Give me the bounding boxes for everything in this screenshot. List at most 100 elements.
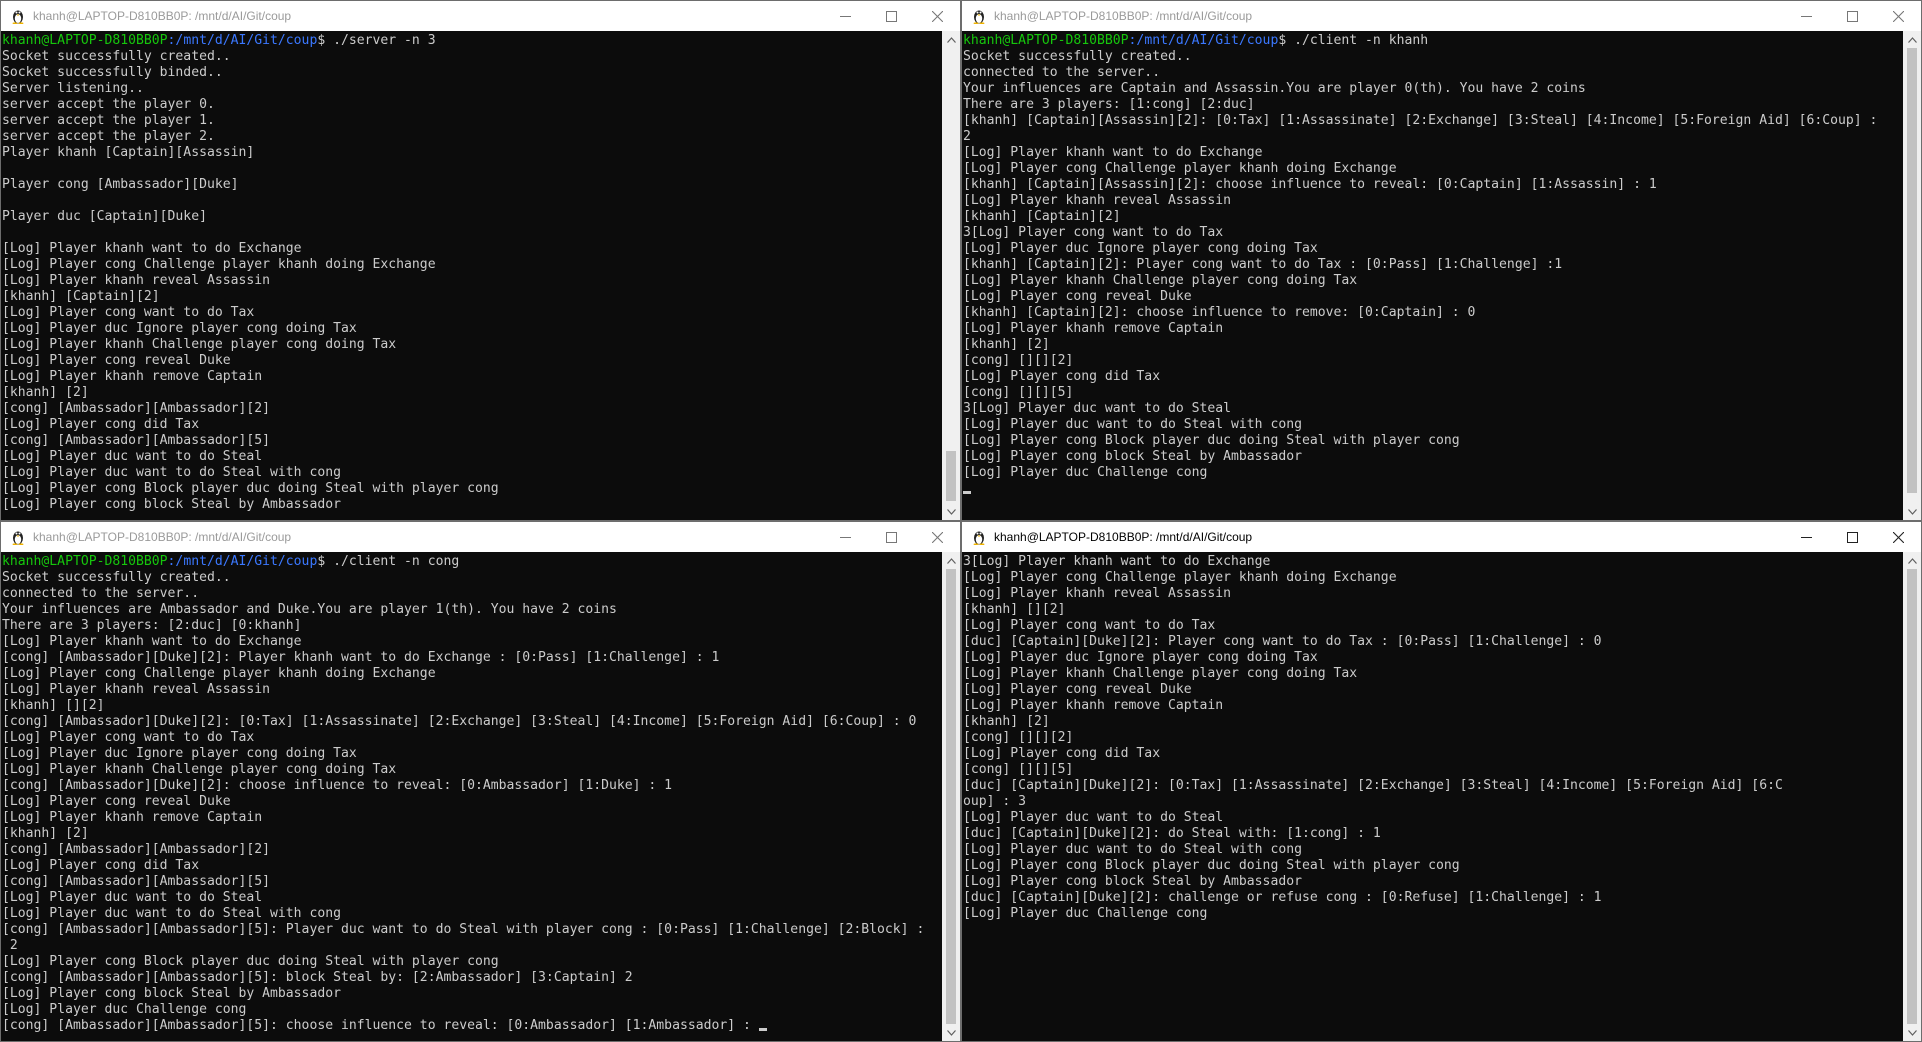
output-line: [Log] Player cong did Tax	[2, 417, 200, 432]
linux-tux-icon	[973, 10, 985, 24]
maximize-icon	[885, 10, 897, 22]
window-titlebar[interactable]: khanh@LAPTOP-D810BB0P: /mnt/d/AI/Git/cou…	[962, 522, 1921, 552]
minimize-button[interactable]	[1783, 1, 1829, 31]
output-line: [Log] Player khanh Challenge player cong…	[2, 762, 397, 777]
output-line: [Log] Player cong reveal Duke	[2, 353, 231, 368]
scrollbar-thumb[interactable]	[1907, 569, 1917, 1024]
output-line: [Log] Player cong Block player duc doing…	[963, 858, 1460, 873]
terminal-window-client-duc[interactable]: khanh@LAPTOP-D810BB0P: /mnt/d/AI/Git/cou…	[961, 521, 1922, 1042]
scrollbar-thumb[interactable]	[946, 451, 956, 501]
scroll-down-button[interactable]	[1903, 503, 1921, 520]
output-line: [Log] Player duc Challenge cong	[2, 1002, 247, 1017]
output-line: [Log] Player duc Challenge cong	[963, 465, 1208, 480]
output-line: [cong] [][][5]	[963, 385, 1074, 400]
output-line: There are 3 players: [1:cong] [2:duc]	[963, 97, 1255, 112]
chevron-up-icon	[1907, 557, 1917, 564]
output-line: Socket successfully created..	[2, 49, 231, 64]
output-line: [Log] Player duc want to do Steal	[963, 810, 1224, 825]
output-line: Server listening..	[2, 81, 144, 96]
chevron-down-icon	[946, 1029, 956, 1036]
output-line: [khanh] [2]	[2, 385, 89, 400]
scroll-up-button[interactable]	[1903, 31, 1921, 48]
terminal-output[interactable]: khanh@LAPTOP-D810BB0P:/mnt/d/AI/Git/coup…	[962, 31, 1903, 520]
output-line: [cong] [Ambassador][Ambassador][2]	[2, 842, 271, 857]
maximize-button[interactable]	[1829, 522, 1875, 552]
chevron-up-icon	[1907, 36, 1917, 43]
vertical-scrollbar[interactable]	[1903, 31, 1921, 520]
output-line: [Log] Player duc want to do Steal with c…	[2, 906, 341, 921]
window-title: khanh@LAPTOP-D810BB0P: /mnt/d/AI/Git/cou…	[994, 530, 1253, 544]
minimize-icon	[839, 15, 851, 17]
output-line: [Log] Player cong Block player duc doing…	[2, 481, 499, 496]
prompt-user: khanh@LAPTOP-D810BB0P	[2, 33, 168, 48]
scroll-up-button[interactable]	[942, 552, 960, 569]
minimize-button[interactable]	[822, 1, 868, 31]
prompt-path: :/mnt/d/AI/Git/coup	[167, 554, 318, 569]
output-line: [khanh] [][2]	[2, 698, 105, 713]
scroll-down-button[interactable]	[942, 503, 960, 520]
maximize-button[interactable]	[1829, 1, 1875, 31]
chevron-up-icon	[946, 36, 956, 43]
window-title: khanh@LAPTOP-D810BB0P: /mnt/d/AI/Git/cou…	[33, 530, 292, 544]
maximize-button[interactable]	[868, 1, 914, 31]
text-cursor	[963, 491, 971, 494]
output-line: 3[Log] Player khanh want to do Exchange	[963, 554, 1271, 569]
output-line: [Log] Player khanh want to do Exchange	[963, 145, 1263, 160]
output-line: Socket successfully created..	[963, 49, 1192, 64]
close-icon	[1892, 531, 1904, 543]
output-line: server accept the player 1.	[2, 113, 215, 128]
output-line: 3[Log] Player cong want to do Tax	[963, 225, 1224, 240]
output-line: [duc] [Captain][Duke][2]: Player cong wa…	[963, 634, 1602, 649]
window-title: khanh@LAPTOP-D810BB0P: /mnt/d/AI/Git/cou…	[994, 9, 1253, 23]
scroll-down-button[interactable]	[942, 1024, 960, 1041]
terminal-output[interactable]: 3[Log] Player khanh want to do Exchange […	[962, 552, 1903, 1041]
output-line: [Log] Player khanh reveal Assassin	[963, 586, 1232, 601]
output-line: [Log] Player khanh Challenge player cong…	[2, 337, 397, 352]
output-lines: Socket successfully created.. connected t…	[963, 49, 1903, 497]
output-line: [khanh] [Captain][Assassin][2]: [0:Tax] …	[963, 113, 1878, 128]
output-line: [cong] [Ambassador][Ambassador][5]	[2, 433, 271, 448]
window-titlebar[interactable]: khanh@LAPTOP-D810BB0P: /mnt/d/AI/Git/cou…	[962, 1, 1921, 31]
prompt-command: $ ./client -n cong	[317, 554, 460, 569]
minimize-button[interactable]	[822, 522, 868, 552]
chevron-down-icon	[1907, 508, 1917, 515]
close-button[interactable]	[914, 1, 960, 31]
output-line: [khanh] [Captain][2]: Player cong want t…	[963, 257, 1563, 272]
maximize-icon	[1846, 531, 1858, 543]
output-line: [Log] Player cong Challenge player khanh…	[963, 161, 1397, 176]
scroll-up-button[interactable]	[942, 31, 960, 48]
vertical-scrollbar[interactable]	[942, 552, 960, 1041]
output-line: [Log] Player cong did Tax	[963, 746, 1161, 761]
terminal-output[interactable]: khanh@LAPTOP-D810BB0P:/mnt/d/AI/Git/coup…	[1, 552, 942, 1041]
linux-tux-icon	[12, 10, 24, 24]
output-line: [Log] Player duc want to do Steal	[2, 890, 263, 905]
output-line: oup] : 3	[963, 794, 1027, 809]
chevron-down-icon	[1907, 1029, 1917, 1036]
vertical-scrollbar[interactable]	[942, 31, 960, 520]
output-line: [Log] Player cong Challenge player khanh…	[2, 257, 436, 272]
scrollbar-thumb[interactable]	[1907, 48, 1917, 493]
terminal-window-client-khanh[interactable]: khanh@LAPTOP-D810BB0P: /mnt/d/AI/Git/cou…	[961, 0, 1922, 521]
window-titlebar[interactable]: khanh@LAPTOP-D810BB0P: /mnt/d/AI/Git/cou…	[1, 522, 960, 552]
minimize-button[interactable]	[1783, 522, 1829, 552]
window-title: khanh@LAPTOP-D810BB0P: /mnt/d/AI/Git/cou…	[33, 9, 292, 23]
terminal-window-server[interactable]: khanh@LAPTOP-D810BB0P: /mnt/d/AI/Git/cou…	[0, 0, 961, 521]
close-button[interactable]	[1875, 1, 1921, 31]
terminal-output[interactable]: khanh@LAPTOP-D810BB0P:/mnt/d/AI/Git/coup…	[1, 31, 942, 520]
maximize-button[interactable]	[868, 522, 914, 552]
scrollbar-thumb[interactable]	[946, 569, 956, 1024]
minimize-icon	[1800, 15, 1812, 17]
output-line: [cong] [Ambassador][Ambassador][5]: choo…	[2, 1018, 942, 1034]
output-line: [cong] [Ambassador][Duke][2]: choose inf…	[2, 778, 673, 793]
scroll-down-button[interactable]	[1903, 1024, 1921, 1041]
vertical-scrollbar[interactable]	[1903, 552, 1921, 1041]
close-icon	[931, 531, 943, 543]
output-line: [duc] [Captain][Duke][2]: do Steal with:…	[963, 826, 1381, 841]
close-button[interactable]	[914, 522, 960, 552]
scroll-up-button[interactable]	[1903, 552, 1921, 569]
close-button[interactable]	[1875, 522, 1921, 552]
terminal-window-client-cong[interactable]: khanh@LAPTOP-D810BB0P: /mnt/d/AI/Git/cou…	[0, 521, 961, 1042]
maximize-icon	[885, 531, 897, 543]
window-titlebar[interactable]: khanh@LAPTOP-D810BB0P: /mnt/d/AI/Git/cou…	[1, 1, 960, 31]
